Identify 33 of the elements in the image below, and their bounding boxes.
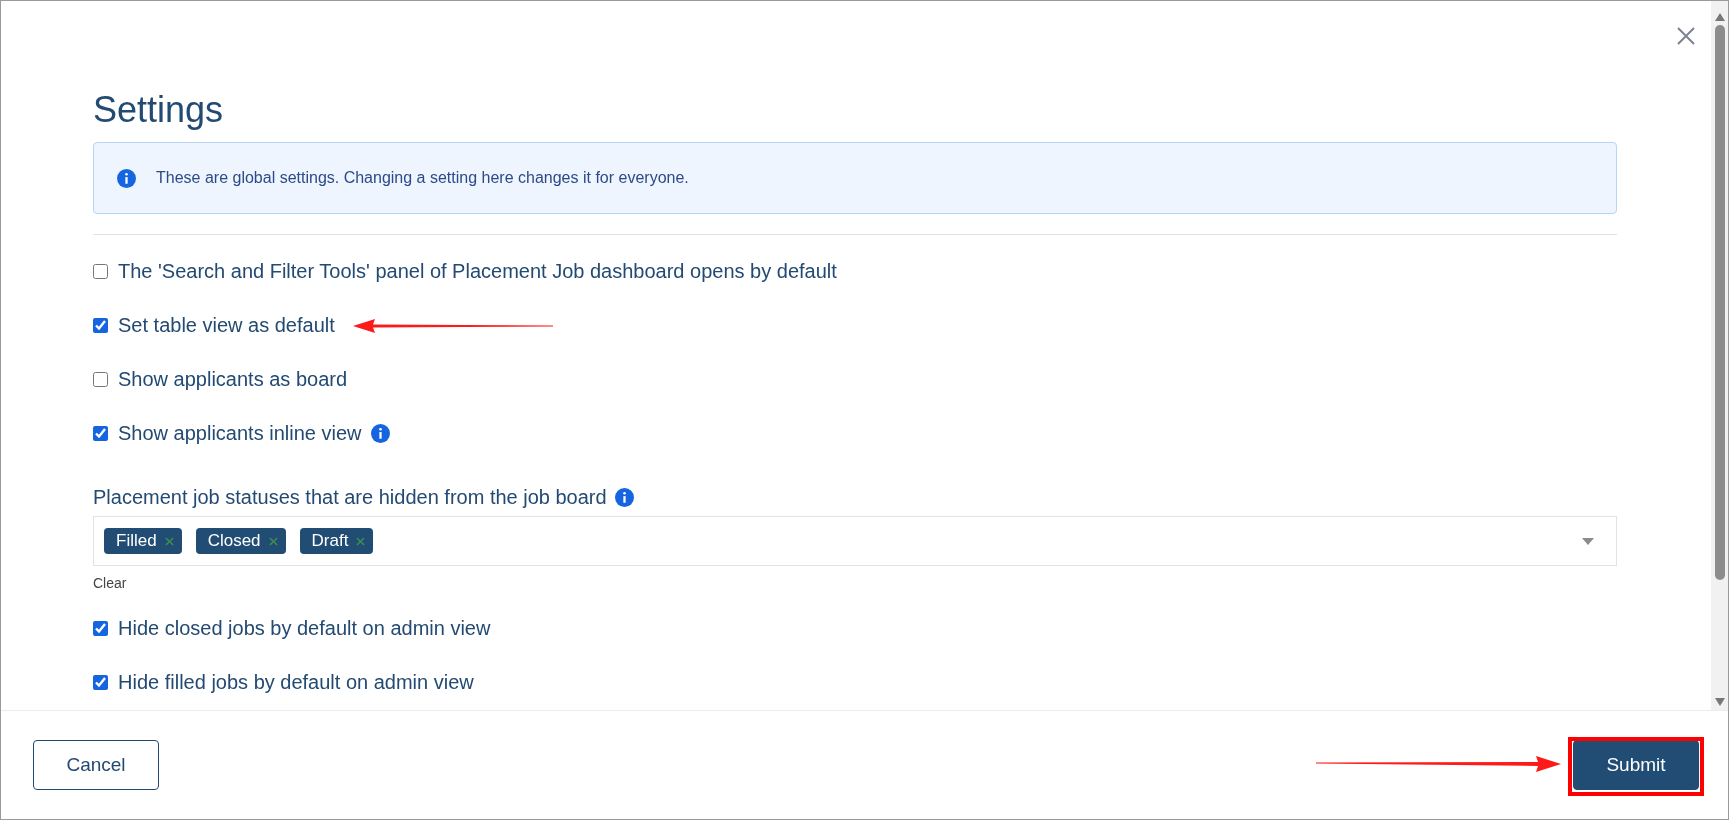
- tag-label: Filled: [116, 531, 157, 551]
- scrollbar-thumb[interactable]: [1714, 25, 1725, 580]
- checkbox-label: Show applicants as board: [118, 367, 348, 391]
- scrollbar[interactable]: [1711, 1, 1728, 710]
- remove-icon[interactable]: [356, 536, 366, 546]
- remove-icon[interactable]: [268, 536, 278, 546]
- submit-button[interactable]: Submit: [1573, 740, 1699, 790]
- info-icon: [117, 168, 136, 188]
- checkbox-label: The 'Search and Filter Tools' panel of Placement Job dashboard opens by default: [118, 259, 837, 283]
- checkbox-label: Hide filled jobs by default on admin view: [118, 670, 474, 694]
- dialog-title: Settings: [93, 90, 225, 130]
- field-label: Placement job statuses that are hidden from the job board: [93, 485, 607, 509]
- checkbox[interactable]: [93, 674, 108, 690]
- clear-link[interactable]: Clear: [93, 575, 127, 591]
- info-icon: [614, 487, 634, 507]
- checkbox[interactable]: [93, 620, 108, 636]
- caret-icon[interactable]: [1582, 537, 1594, 545]
- checkbox[interactable]: [93, 317, 108, 333]
- close-icon[interactable]: [1676, 26, 1696, 46]
- checkbox[interactable]: [93, 263, 108, 279]
- cancel-button[interactable]: Cancel: [33, 740, 159, 790]
- tag-label: Draft: [311, 531, 349, 551]
- scroll-down-icon[interactable]: [1714, 698, 1725, 706]
- tag-label: Closed: [207, 531, 261, 551]
- multi-select-field[interactable]: Filled Closed Draft: [93, 516, 1617, 566]
- checkbox-label: Hide closed jobs by default on admin view: [118, 616, 491, 640]
- remove-icon[interactable]: [164, 536, 174, 546]
- checkbox[interactable]: [93, 371, 108, 387]
- checkbox-label: Set table view as default: [118, 313, 335, 337]
- checkbox[interactable]: [93, 425, 108, 441]
- scroll-up-icon[interactable]: [1714, 13, 1725, 21]
- checkbox-label: Show applicants inline view: [118, 421, 362, 445]
- notice-text: These are global settings. Changing a setting here changes it for everyone.: [156, 169, 689, 187]
